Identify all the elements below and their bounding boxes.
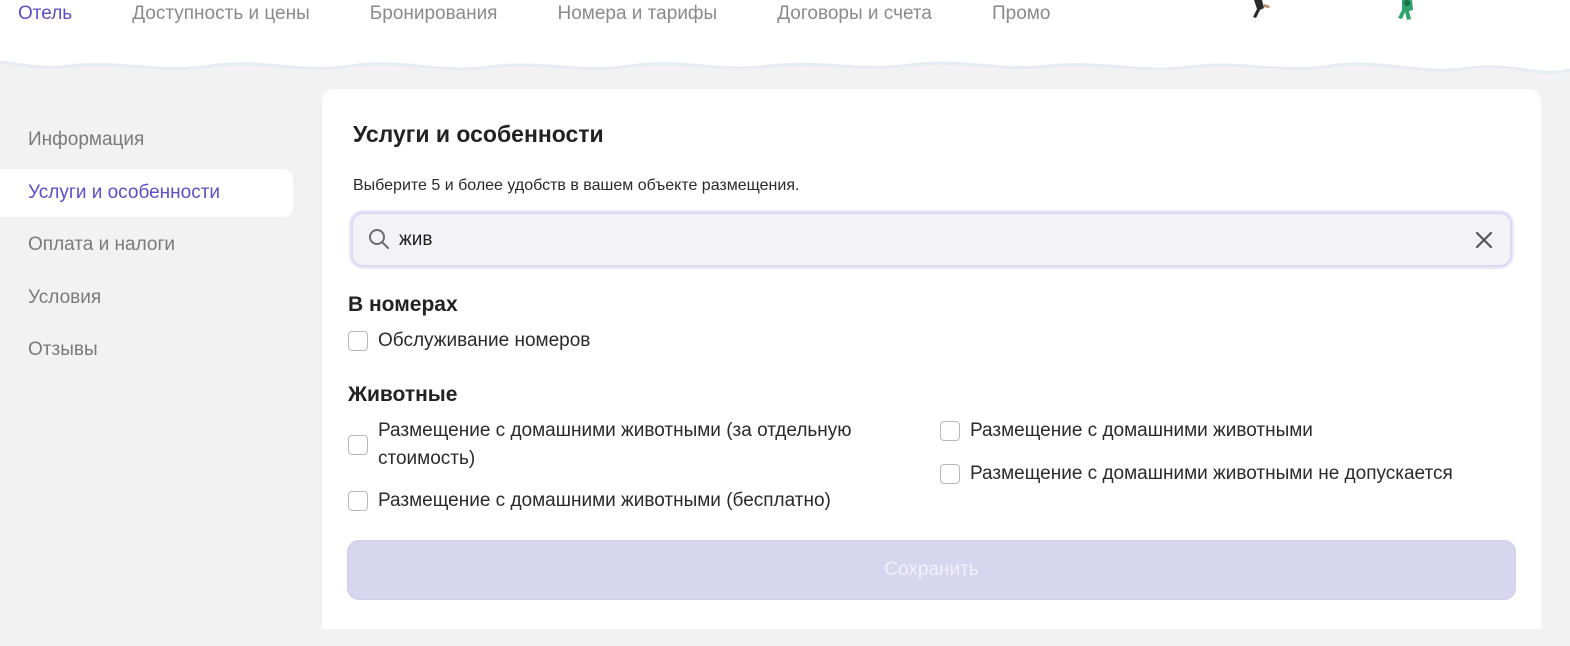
nav-item-availability[interactable]: Доступность и цены <box>132 3 310 25</box>
section-title-in-rooms: В номерах <box>348 293 458 316</box>
sidebar-item-services[interactable]: Услуги и особенности <box>0 168 293 217</box>
checkbox-box[interactable] <box>348 491 368 511</box>
nav-item-promo[interactable]: Промо <box>992 3 1050 25</box>
close-icon[interactable] <box>1473 229 1495 251</box>
sidebar-item-reviews[interactable]: Отзывы <box>0 326 293 374</box>
sidebar: Информация Услуги и особенности Оплата и… <box>0 116 293 379</box>
section-title-animals: Животные <box>348 383 458 406</box>
checkbox-label: Размещение с домашними животными <box>970 420 1313 441</box>
top-navigation: Отель Доступность и цены Бронирования Но… <box>0 0 1570 80</box>
save-button[interactable]: Сохранить <box>347 540 1516 600</box>
checkbox-box[interactable] <box>940 464 960 484</box>
nav-item-bookings[interactable]: Бронирования <box>370 3 498 25</box>
search-box <box>351 212 1512 267</box>
checkbox-label: Размещение с домашними животными не допу… <box>970 463 1453 484</box>
checkbox-box[interactable] <box>348 435 368 455</box>
checkbox-label: Размещение с домашними животными (за отд… <box>378 420 852 469</box>
search-icon <box>369 229 389 249</box>
checkbox-box[interactable] <box>348 331 368 351</box>
checkbox-box[interactable] <box>940 421 960 441</box>
search-input[interactable] <box>399 222 1459 257</box>
panel-hint: Выберите 5 и более удобств в вашем объек… <box>353 177 800 194</box>
skater-figure-icon <box>1398 0 1413 20</box>
checkbox-label: Обслуживание номеров <box>378 330 591 351</box>
checkbox-label: Размещение с домашними животными (беспла… <box>378 490 831 511</box>
main-nav: Отель Доступность и цены Бронирования Но… <box>18 3 1110 25</box>
checkbox-pets-free[interactable]: Размещение с домашними животными (беспла… <box>348 487 831 515</box>
skier-figure-icon <box>1253 0 1270 18</box>
nav-item-hotel[interactable]: Отель <box>18 3 72 25</box>
checkbox-room-service[interactable]: Обслуживание номеров <box>348 327 590 355</box>
nav-item-contracts[interactable]: Договоры и счета <box>777 3 932 25</box>
checkbox-pets-not-allowed[interactable]: Размещение с домашними животными не допу… <box>940 460 1453 488</box>
services-panel: Услуги и особенности Выберите 5 и более … <box>322 89 1541 629</box>
sidebar-item-info[interactable]: Информация <box>0 116 293 164</box>
nav-item-rooms[interactable]: Номера и тарифы <box>557 3 717 25</box>
checkbox-pets-paid[interactable]: Размещение с домашними животными (за отд… <box>348 417 908 473</box>
page-title: Услуги и особенности <box>353 121 604 147</box>
sidebar-item-payment[interactable]: Оплата и налоги <box>0 221 293 269</box>
sidebar-item-conditions[interactable]: Условия <box>0 274 293 322</box>
checkbox-pets-allowed[interactable]: Размещение с домашними животными <box>940 417 1313 445</box>
